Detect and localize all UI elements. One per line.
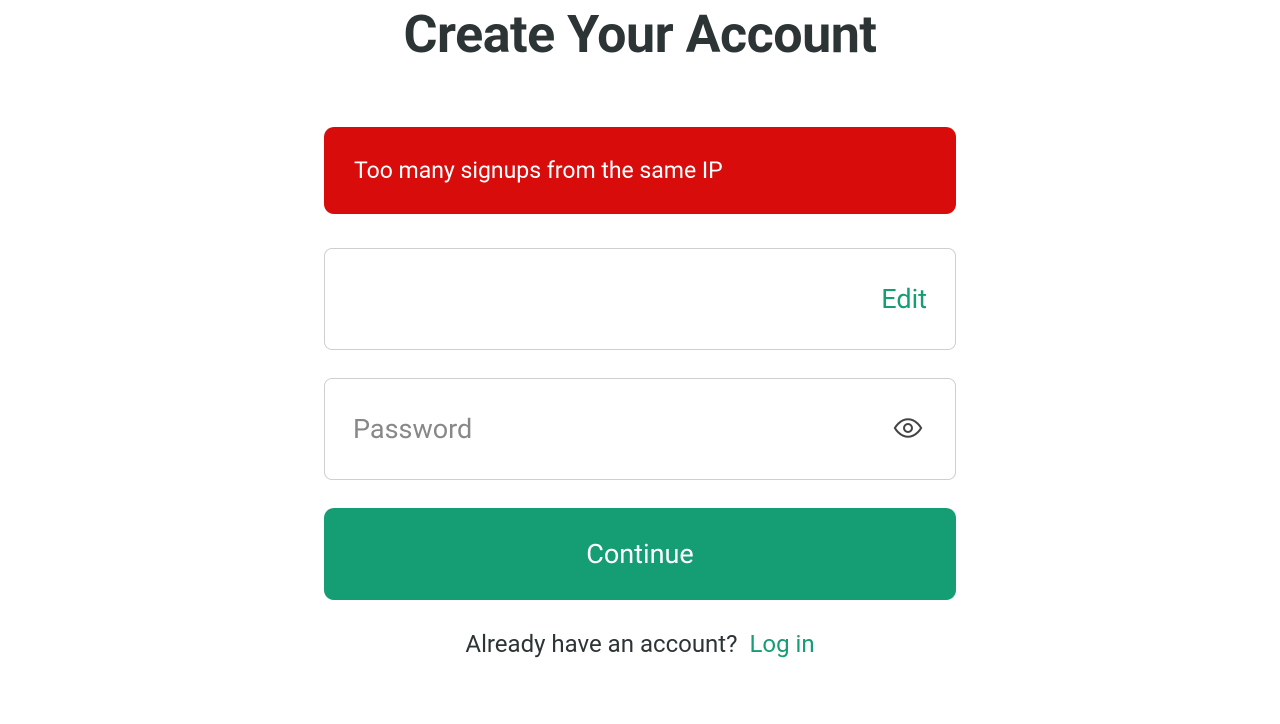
login-prompt-text: Already have an account? bbox=[465, 630, 737, 658]
login-link[interactable]: Log in bbox=[749, 630, 814, 658]
eye-icon bbox=[893, 413, 923, 446]
toggle-password-visibility-button[interactable] bbox=[889, 409, 927, 450]
login-prompt-row: Already have an account? Log in bbox=[320, 630, 960, 658]
password-input[interactable] bbox=[353, 413, 889, 445]
edit-email-button[interactable]: Edit bbox=[881, 283, 927, 315]
error-alert: Too many signups from the same IP bbox=[324, 127, 956, 214]
email-field-box: Edit bbox=[324, 248, 956, 350]
page-title: Create Your Account bbox=[320, 4, 960, 65]
continue-button[interactable]: Continue bbox=[324, 508, 956, 600]
password-field-box bbox=[324, 378, 956, 480]
